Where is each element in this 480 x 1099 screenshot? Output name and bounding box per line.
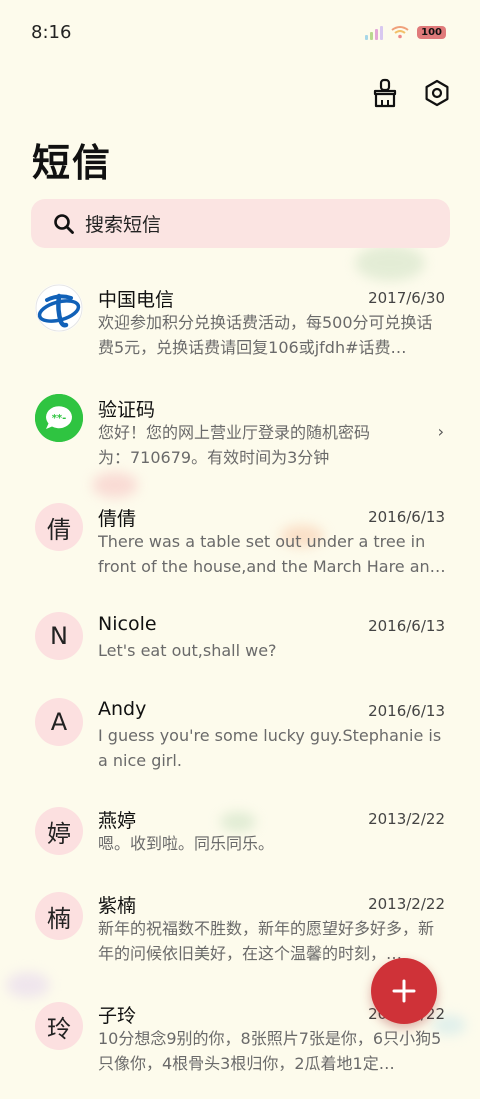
svg-text:**-: **- bbox=[52, 413, 67, 424]
conversation-date: 2016/6/13 bbox=[368, 617, 445, 635]
conversation-preview: 欢迎参加积分兑换话费活动，每500分可兑换话费5元，兑换话费请回复106或jfd… bbox=[98, 313, 433, 357]
china-telecom-logo-icon bbox=[35, 284, 83, 332]
conversation-item[interactable]: **- 验证码 您好！您的网上营业厅登录的随机密码为：710679。有效时间为3… bbox=[0, 380, 480, 490]
brush-icon bbox=[373, 78, 397, 108]
search-bar[interactable]: 搜索短信 bbox=[31, 199, 450, 248]
conversation-date: 2013/2/22 bbox=[368, 895, 445, 913]
clean-brush-button[interactable] bbox=[370, 78, 400, 108]
new-message-button[interactable] bbox=[371, 958, 437, 1024]
conversation-date: 2017/6/30 bbox=[368, 289, 445, 307]
conversation-item[interactable]: N Nicole 2016/6/13 Let's eat out,shall w… bbox=[0, 600, 480, 686]
conversation-preview: I guess you're some lucky guy.Stephanie … bbox=[98, 726, 442, 770]
conversation-preview: There was a table set out under a tree i… bbox=[98, 532, 446, 576]
conversation-name: 燕婷 bbox=[98, 810, 137, 832]
conversation-date: 2016/6/13 bbox=[368, 702, 445, 720]
status-bar: 8:16 100 bbox=[0, 0, 480, 68]
top-actions bbox=[370, 78, 452, 108]
conversation-date: 2016/6/13 bbox=[368, 508, 445, 526]
conversation-item[interactable]: 婷 燕婷 2013/2/22 嗯。收到啦。同乐同乐。 bbox=[0, 794, 480, 879]
page-title: 短信 bbox=[32, 141, 113, 185]
search-placeholder: 搜索短信 bbox=[85, 214, 162, 236]
contact-avatar: N bbox=[35, 612, 83, 660]
conversation-preview: Let's eat out,shall we? bbox=[98, 641, 277, 660]
conversation-name: 子玲 bbox=[98, 1005, 137, 1027]
contact-avatar: 玲 bbox=[35, 1002, 83, 1050]
conversation-name: 紫楠 bbox=[98, 895, 137, 917]
conversation-preview: 10分想念9别的你，8张照片7张是你，6只小狗5只像你，4根骨头3根归你，2瓜着… bbox=[98, 1029, 442, 1073]
contact-avatar: 婷 bbox=[35, 807, 83, 855]
wifi-icon bbox=[391, 26, 409, 39]
conversation-name: 中国电信 bbox=[98, 289, 175, 311]
conversation-name: 倩倩 bbox=[98, 508, 137, 530]
conversation-name: Nicole bbox=[98, 613, 157, 635]
signal-icon bbox=[365, 24, 384, 40]
contact-avatar: 楠 bbox=[35, 892, 83, 940]
battery-icon: 100 bbox=[417, 25, 446, 39]
status-icons: 100 bbox=[365, 24, 446, 40]
conversation-date: 2013/2/22 bbox=[368, 810, 445, 828]
settings-button[interactable] bbox=[422, 78, 452, 108]
message-bubble-icon: **- bbox=[35, 394, 83, 442]
hexagon-settings-icon bbox=[425, 79, 449, 107]
conversation-preview: 嗯。收到啦。同乐同乐。 bbox=[98, 834, 275, 853]
conversation-item[interactable]: 中国电信 2017/6/30 欢迎参加积分兑换话费活动，每500分可兑换话费5元… bbox=[0, 270, 480, 380]
conversation-item[interactable]: A Andy 2016/6/13 I guess you're some luc… bbox=[0, 686, 480, 794]
plus-icon bbox=[392, 979, 416, 1003]
conversation-name: Andy bbox=[98, 698, 147, 720]
contact-avatar: A bbox=[35, 698, 83, 746]
conversation-name: 验证码 bbox=[98, 399, 156, 421]
contact-avatar: 倩 bbox=[35, 503, 83, 551]
conversation-item[interactable]: 倩 倩倩 2016/6/13 There was a table set out… bbox=[0, 490, 480, 600]
chevron-right-icon: › bbox=[437, 422, 444, 441]
conversation-preview: 您好！您的网上营业厅登录的随机密码为：710679。有效时间为3分钟 bbox=[98, 423, 371, 467]
search-icon bbox=[53, 213, 75, 235]
status-time: 8:16 bbox=[31, 22, 72, 43]
